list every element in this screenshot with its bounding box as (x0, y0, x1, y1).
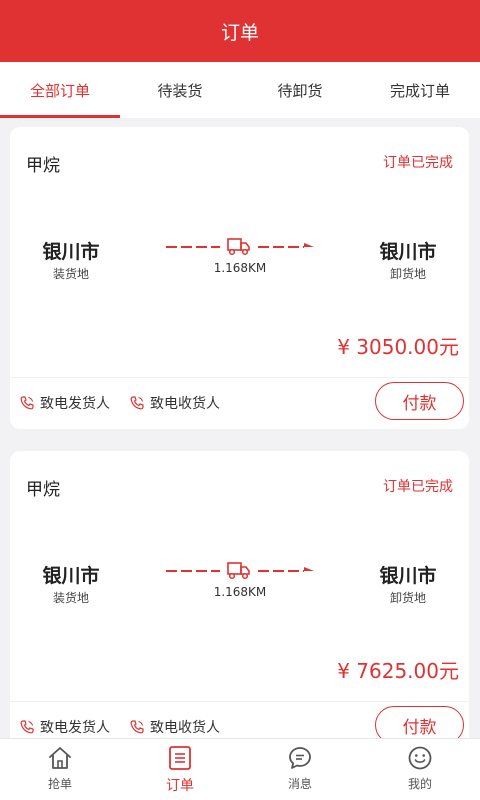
tabbar-item-orders[interactable]: 订单 (120, 739, 240, 800)
order-status: 订单已完成 (383, 155, 453, 171)
call-receiver-label: 致电收货人 (150, 720, 220, 736)
tab-label: 全部订单 (29, 81, 90, 100)
order-list-icon (169, 746, 191, 770)
call-shipper-button[interactable]: 致电发货人 (20, 717, 110, 737)
origin-label: 装货地 (52, 267, 89, 281)
order-card[interactable]: 甲烷 订单已完成 银川市 装货地 1.168KM 银川市 卸货地 ¥ 7625.… (10, 451, 469, 738)
call-shipper-button[interactable]: 致电发货人 (20, 393, 110, 413)
origin-city: 银川市 (42, 565, 100, 587)
order-status: 订单已完成 (383, 479, 453, 495)
tabbar-label: 我的 (407, 777, 432, 791)
call-shipper-label: 致电发货人 (40, 396, 110, 412)
card-divider (10, 701, 469, 702)
destination-label: 卸货地 (389, 267, 426, 281)
call-shipper-label: 致电发货人 (40, 720, 110, 736)
phone-icon (130, 720, 144, 734)
card-divider (10, 377, 469, 378)
route-distance: 1.168KM (213, 261, 267, 275)
tab-label: 完成订单 (389, 81, 450, 100)
tabbar-label: 消息 (287, 777, 312, 791)
phone-icon (20, 720, 34, 734)
route-distance: 1.168KM (213, 585, 267, 599)
smiley-icon (408, 746, 432, 770)
app-header: 订单 (0, 0, 480, 62)
tab-all-orders[interactable]: 全部订单 (0, 62, 120, 118)
tab-label: 待卸货 (277, 81, 323, 100)
goods-name: 甲烷 (26, 156, 60, 176)
goods-name: 甲烷 (26, 480, 60, 500)
call-receiver-button[interactable]: 致电收货人 (130, 717, 220, 737)
home-icon (49, 747, 71, 769)
tabbar-item-mine[interactable]: 我的 (360, 739, 480, 800)
tabbar-item-messages[interactable]: 消息 (240, 739, 360, 800)
bottom-tabbar: 抢单 订单 消息 我的 (0, 738, 480, 800)
destination-city: 银川市 (379, 565, 437, 587)
message-icon (289, 747, 311, 769)
pay-button[interactable]: 付款 (375, 382, 464, 420)
tab-label: 待装货 (157, 81, 203, 100)
origin-city: 银川市 (42, 241, 100, 263)
tabbar-item-grab-order[interactable]: 抢单 (0, 739, 120, 800)
truck-icon (227, 562, 250, 580)
order-price: ¥ 3050.00元 (337, 335, 459, 359)
destination-city: 银川市 (379, 241, 437, 263)
origin-label: 装货地 (52, 591, 89, 605)
tabbar-label: 抢单 (47, 777, 72, 791)
call-receiver-label: 致电收货人 (150, 396, 220, 412)
pay-button[interactable]: 付款 (375, 706, 464, 738)
tab-awaiting-loading[interactable]: 待装货 (120, 62, 240, 118)
order-tabs: 全部订单 待装货 待卸货 完成订单 (0, 62, 480, 118)
tab-awaiting-unloading[interactable]: 待卸货 (240, 62, 360, 118)
page-title: 订单 (220, 21, 259, 44)
truck-icon (227, 238, 250, 256)
order-price: ¥ 7625.00元 (337, 659, 459, 683)
tabbar-label: 订单 (166, 778, 194, 794)
call-receiver-button[interactable]: 致电收货人 (130, 393, 220, 413)
destination-label: 卸货地 (389, 591, 426, 605)
order-card[interactable]: 甲烷 订单已完成 银川市 装货地 1.168KM 银川市 卸货地 ¥ 3050.… (10, 127, 469, 429)
order-list[interactable]: 甲烷 订单已完成 银川市 装货地 1.168KM 银川市 卸货地 ¥ 3050.… (0, 118, 480, 738)
phone-icon (130, 396, 144, 410)
tab-completed-orders[interactable]: 完成订单 (360, 62, 480, 118)
phone-icon (20, 396, 34, 410)
